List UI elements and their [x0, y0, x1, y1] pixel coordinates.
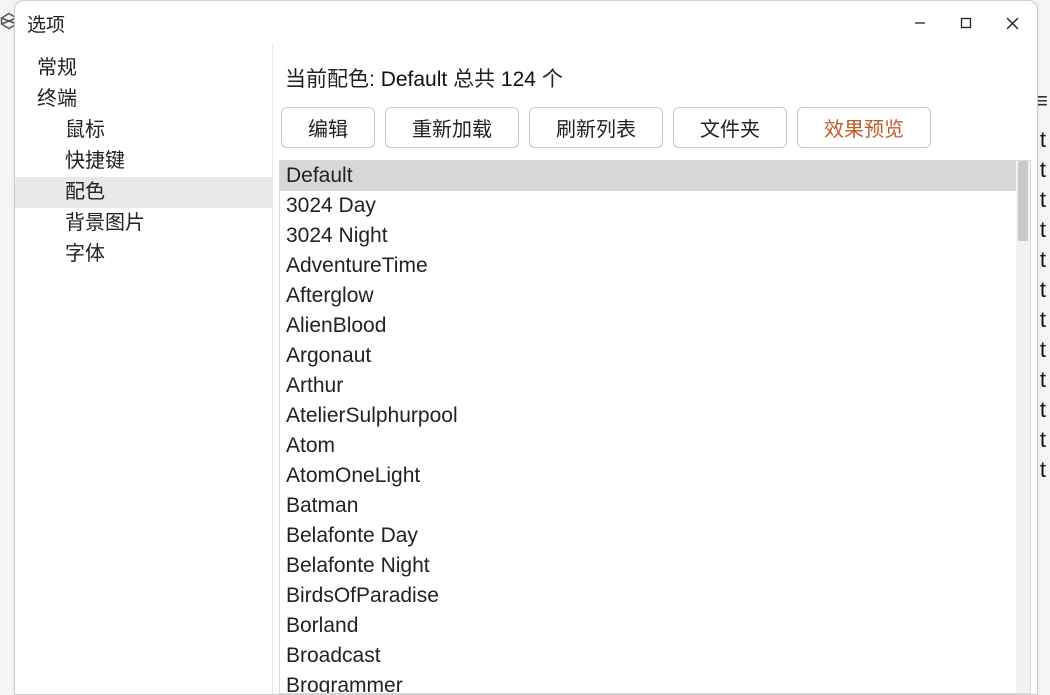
- list-item[interactable]: AdventureTime: [280, 251, 1016, 281]
- maximize-button[interactable]: [943, 1, 989, 45]
- list-item[interactable]: Afterglow: [280, 281, 1016, 311]
- sidebar: 常规终端鼠标快捷键配色背景图片字体: [15, 45, 273, 694]
- sidebar-item[interactable]: 常规: [15, 53, 272, 84]
- status-label-total-suffix: 个: [542, 68, 563, 91]
- titlebar: 选项: [15, 1, 1037, 45]
- list-item[interactable]: Belafonte Night: [280, 551, 1016, 581]
- list-item[interactable]: Argonaut: [280, 341, 1016, 371]
- sidebar-item[interactable]: 快捷键: [15, 146, 272, 177]
- list-item[interactable]: Broadcast: [280, 641, 1016, 671]
- scheme-list-box: Default3024 Day3024 NightAdventureTimeAf…: [279, 160, 1031, 694]
- window-title: 选项: [27, 10, 65, 37]
- list-item[interactable]: Atom: [280, 431, 1016, 461]
- status-label-current: 当前配色:: [285, 68, 375, 91]
- preview-button[interactable]: 效果预览: [797, 107, 931, 148]
- sidebar-item[interactable]: 终端: [15, 84, 272, 115]
- sidebar-item[interactable]: 字体: [15, 239, 272, 270]
- background-text-stub: tttttttttttt: [1040, 125, 1046, 485]
- minimize-button[interactable]: [897, 1, 943, 45]
- list-item[interactable]: Batman: [280, 491, 1016, 521]
- sidebar-item[interactable]: 背景图片: [15, 208, 272, 239]
- list-item[interactable]: Belafonte Day: [280, 521, 1016, 551]
- list-item[interactable]: AlienBlood: [280, 311, 1016, 341]
- reload-button[interactable]: 重新加载: [385, 107, 519, 148]
- list-item[interactable]: AtelierSulphurpool: [280, 401, 1016, 431]
- client-area: 常规终端鼠标快捷键配色背景图片字体 当前配色: Default 总共 124 个…: [15, 45, 1037, 694]
- list-item[interactable]: AtomOneLight: [280, 461, 1016, 491]
- list-item[interactable]: Brogrammer: [280, 671, 1016, 693]
- main-panel: 当前配色: Default 总共 124 个 编辑 重新加载 刷新列表 文件夹 …: [273, 45, 1037, 694]
- close-button[interactable]: [989, 1, 1035, 45]
- list-item[interactable]: Arthur: [280, 371, 1016, 401]
- options-window: 选项 常规终端鼠标快捷键配色背景图片字体 当前配色: Default 总共 12…: [14, 0, 1038, 695]
- refresh-list-button[interactable]: 刷新列表: [529, 107, 663, 148]
- list-item[interactable]: BirdsOfParadise: [280, 581, 1016, 611]
- scheme-list[interactable]: Default3024 Day3024 NightAdventureTimeAf…: [280, 161, 1016, 693]
- status-count: 124: [501, 68, 536, 91]
- sidebar-item[interactable]: 配色: [15, 177, 272, 208]
- list-item[interactable]: Borland: [280, 611, 1016, 641]
- status-line: 当前配色: Default 总共 124 个: [279, 63, 1031, 93]
- list-item[interactable]: 3024 Day: [280, 191, 1016, 221]
- list-item[interactable]: Default: [280, 161, 1016, 191]
- edit-button[interactable]: 编辑: [281, 107, 375, 148]
- sidebar-tree: 常规终端鼠标快捷键配色背景图片字体: [15, 53, 272, 270]
- status-scheme-name: Default: [381, 68, 448, 91]
- status-label-total-prefix: 总共: [453, 68, 495, 91]
- sidebar-item[interactable]: 鼠标: [15, 115, 272, 146]
- toolbar: 编辑 重新加载 刷新列表 文件夹 效果预览: [279, 107, 1031, 148]
- scrollbar-thumb[interactable]: [1018, 161, 1028, 241]
- scrollbar-vertical[interactable]: [1016, 161, 1030, 693]
- folder-button[interactable]: 文件夹: [673, 107, 787, 148]
- list-item[interactable]: 3024 Night: [280, 221, 1016, 251]
